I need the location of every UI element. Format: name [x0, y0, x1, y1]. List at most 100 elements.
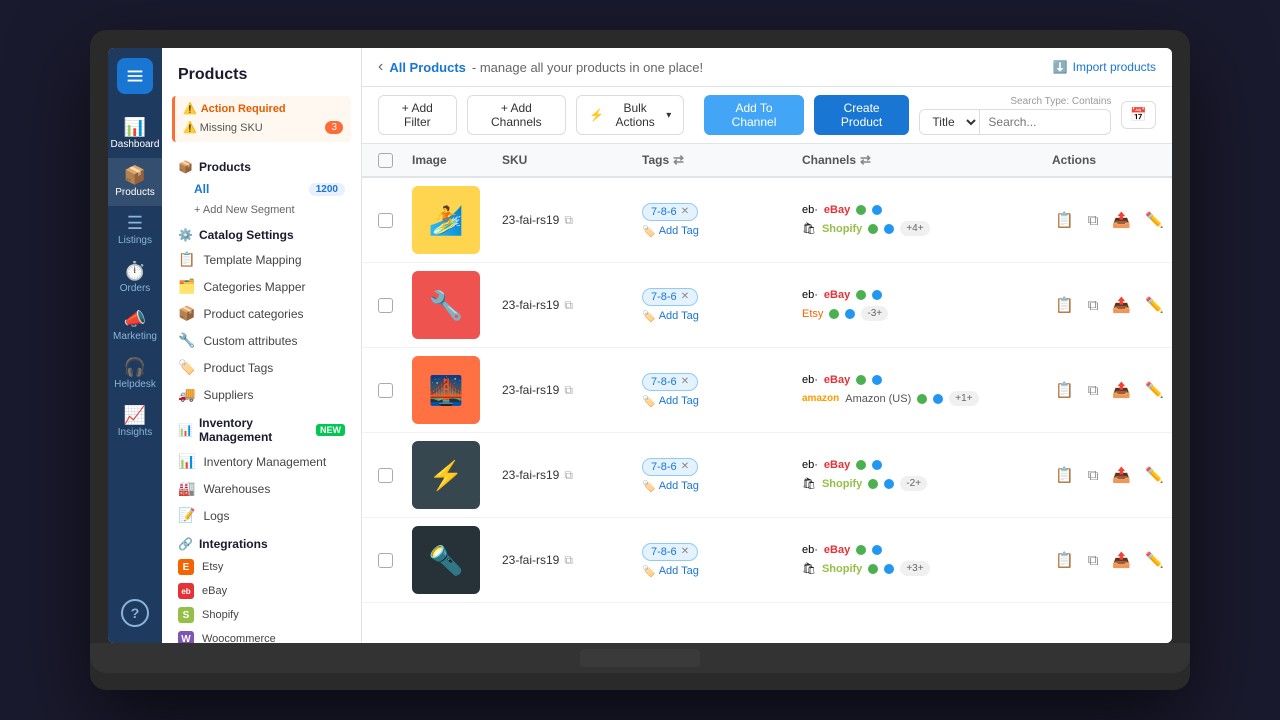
more-channels-2[interactable]: -3+	[861, 306, 888, 321]
tag-remove-1[interactable]: ✕	[681, 206, 689, 217]
select-all-checkbox[interactable]	[378, 153, 393, 168]
add-tag-4[interactable]: 🏷️ Add Tag	[642, 480, 699, 493]
product-sku-2: 23-fai-rs19 ⧉	[502, 298, 642, 313]
channels-cell-2: eb· eBay Etsy -3+	[802, 289, 888, 321]
action-copy-1[interactable]: ⧉	[1085, 209, 1102, 232]
nav-dashboard[interactable]: 📊 Dashboard	[108, 110, 162, 158]
nav-products[interactable]: 📦 Products	[108, 158, 162, 206]
copy-sku-5[interactable]: ⧉	[564, 553, 573, 568]
tags-cell-3: 7-8-6 ✕ 🏷️ Add Tag	[642, 373, 699, 408]
action-export-5[interactable]: 📤	[1109, 548, 1134, 572]
tag-remove-4[interactable]: ✕	[681, 461, 689, 472]
add-tag-5[interactable]: 🏷️ Add Tag	[642, 565, 699, 578]
sidebar-integration-etsy[interactable]: E Etsy	[162, 555, 361, 579]
search-input[interactable]	[980, 111, 1110, 133]
add-tag-1[interactable]: 🏷️ Add Tag	[642, 225, 699, 238]
action-export-2[interactable]: 📤	[1109, 293, 1134, 317]
sidebar-item-logs[interactable]: 📝 Logs	[162, 502, 361, 529]
sidebar-segment-all[interactable]: All 1200	[162, 178, 361, 200]
sidebar-item-product-categories[interactable]: 📦 Product categories	[162, 300, 361, 327]
action-view-3[interactable]: 📋	[1052, 378, 1077, 402]
row-checkbox-5[interactable]	[378, 553, 393, 568]
sidebar-integration-woo[interactable]: W Woocommerce	[162, 627, 361, 643]
action-edit-1[interactable]: ✏️	[1142, 208, 1167, 232]
action-copy-3[interactable]: ⧉	[1085, 379, 1102, 402]
action-edit-4[interactable]: ✏️	[1142, 463, 1167, 487]
action-export-3[interactable]: 📤	[1109, 378, 1134, 402]
action-view-4[interactable]: 📋	[1052, 463, 1077, 487]
action-copy-2[interactable]: ⧉	[1085, 294, 1102, 317]
row-checkbox-4[interactable]	[378, 468, 393, 483]
sidebar-item-inventory-management[interactable]: 📊 Inventory Management	[162, 448, 361, 475]
action-view-2[interactable]: 📋	[1052, 293, 1077, 317]
nav-insights[interactable]: 📈 Insights	[108, 398, 162, 446]
import-products-button[interactable]: ⬇️ Import products	[1053, 60, 1156, 74]
sidebar-integration-ebay[interactable]: eb eBay	[162, 579, 361, 603]
sidebar-item-suppliers[interactable]: 🚚 Suppliers	[162, 381, 361, 408]
action-copy-4[interactable]: ⧉	[1085, 464, 1102, 487]
alert-box: ⚠️ Action Required ⚠️ Missing SKU 3	[172, 96, 351, 142]
bulk-actions-button[interactable]: ⚡ Bulk Actions ▾	[576, 95, 684, 135]
more-channels-3[interactable]: +1+	[949, 391, 978, 406]
sidebar-item-warehouses[interactable]: 🏭 Warehouses	[162, 475, 361, 502]
calendar-button[interactable]: 📅	[1121, 101, 1156, 129]
copy-sku-2[interactable]: ⧉	[564, 298, 573, 313]
channels-shuffle-icon[interactable]: ⇄	[860, 152, 871, 168]
sidebar-item-product-tags[interactable]: 🏷️ Product Tags	[162, 354, 361, 381]
toolbar: + Add Filter + Add Channels ⚡ Bulk Actio…	[362, 87, 1172, 144]
add-filter-button[interactable]: + Add Filter	[378, 95, 457, 135]
action-export-1[interactable]: 📤	[1109, 208, 1134, 232]
table-header: Image SKU Tags ⇄ Channels ⇄ Actions	[362, 144, 1172, 178]
sidebar-item-categories-mapper[interactable]: 🗂️ Categories Mapper	[162, 273, 361, 300]
action-edit-3[interactable]: ✏️	[1142, 378, 1167, 402]
sidebar-products-title: 📦 Products	[162, 152, 361, 178]
add-segment-button[interactable]: + Add New Segment	[162, 200, 361, 220]
action-export-4[interactable]: 📤	[1109, 463, 1134, 487]
tag-remove-3[interactable]: ✕	[681, 376, 689, 387]
help-button[interactable]: ?	[121, 599, 149, 627]
row-checkbox-1[interactable]	[378, 213, 393, 228]
nav-listings[interactable]: ☰ Listings	[108, 206, 162, 254]
sidebar-integration-shopify[interactable]: S Shopify	[162, 603, 361, 627]
more-channels-1[interactable]: +4+	[900, 221, 929, 236]
tags-shuffle-icon[interactable]: ⇄	[673, 152, 684, 168]
add-channels-button[interactable]: + Add Channels	[467, 95, 566, 135]
copy-sku-3[interactable]: ⧉	[564, 383, 573, 398]
sidebar-integrations-title: 🔗 Integrations	[162, 529, 361, 555]
create-product-button[interactable]: Create Product	[814, 95, 910, 135]
more-channels-4[interactable]: -2+	[900, 476, 927, 491]
row-checkbox-2[interactable]	[378, 298, 393, 313]
tag-remove-5[interactable]: ✕	[681, 546, 689, 557]
add-tag-3[interactable]: 🏷️ Add Tag	[642, 395, 699, 408]
col-channels: Channels ⇄	[802, 152, 1052, 168]
tag-remove-2[interactable]: ✕	[681, 291, 689, 302]
nav-marketing[interactable]: 📣 Marketing	[108, 302, 162, 350]
row-checkbox-3[interactable]	[378, 383, 393, 398]
alert-title: ⚠️ Action Required	[183, 102, 343, 115]
action-view-1[interactable]: 📋	[1052, 208, 1077, 232]
channels-cell-3: eb· eBay amazon Amazon (US) +1+	[802, 374, 979, 406]
actions-cell-1: 📋 ⧉ 📤 ✏️ 🗑️	[1052, 208, 1172, 232]
back-button[interactable]: ‹	[378, 58, 383, 76]
channels-cell-5: eb· eBay 🛍 Shopify +3+	[802, 544, 930, 576]
add-to-channel-button[interactable]: Add To Channel	[704, 95, 803, 135]
search-type-label: Search Type: Contains	[1010, 96, 1111, 107]
col-sku: SKU	[502, 152, 642, 168]
nav-helpdesk[interactable]: 🎧 Helpdesk	[108, 350, 162, 398]
action-edit-5[interactable]: ✏️	[1142, 548, 1167, 572]
action-copy-5[interactable]: ⧉	[1085, 549, 1102, 572]
alert-item-missing-sku[interactable]: ⚠️ Missing SKU 3	[183, 119, 343, 136]
product-image-2: 🔧	[412, 271, 480, 339]
action-view-5[interactable]: 📋	[1052, 548, 1077, 572]
copy-sku-4[interactable]: ⧉	[564, 468, 573, 483]
channels-cell-1: eb· eBay 🛍 Shopify +4+	[802, 204, 930, 236]
more-channels-5[interactable]: +3+	[900, 561, 929, 576]
copy-sku-1[interactable]: ⧉	[564, 213, 573, 228]
sidebar-item-template-mapping[interactable]: 📋 Template Mapping	[162, 246, 361, 273]
app-logo[interactable]	[117, 58, 153, 94]
search-type-select[interactable]: Title	[920, 110, 980, 134]
nav-orders[interactable]: ⏱️ Orders	[108, 254, 162, 302]
add-tag-2[interactable]: 🏷️ Add Tag	[642, 310, 699, 323]
action-edit-2[interactable]: ✏️	[1142, 293, 1167, 317]
sidebar-item-custom-attributes[interactable]: 🔧 Custom attributes	[162, 327, 361, 354]
